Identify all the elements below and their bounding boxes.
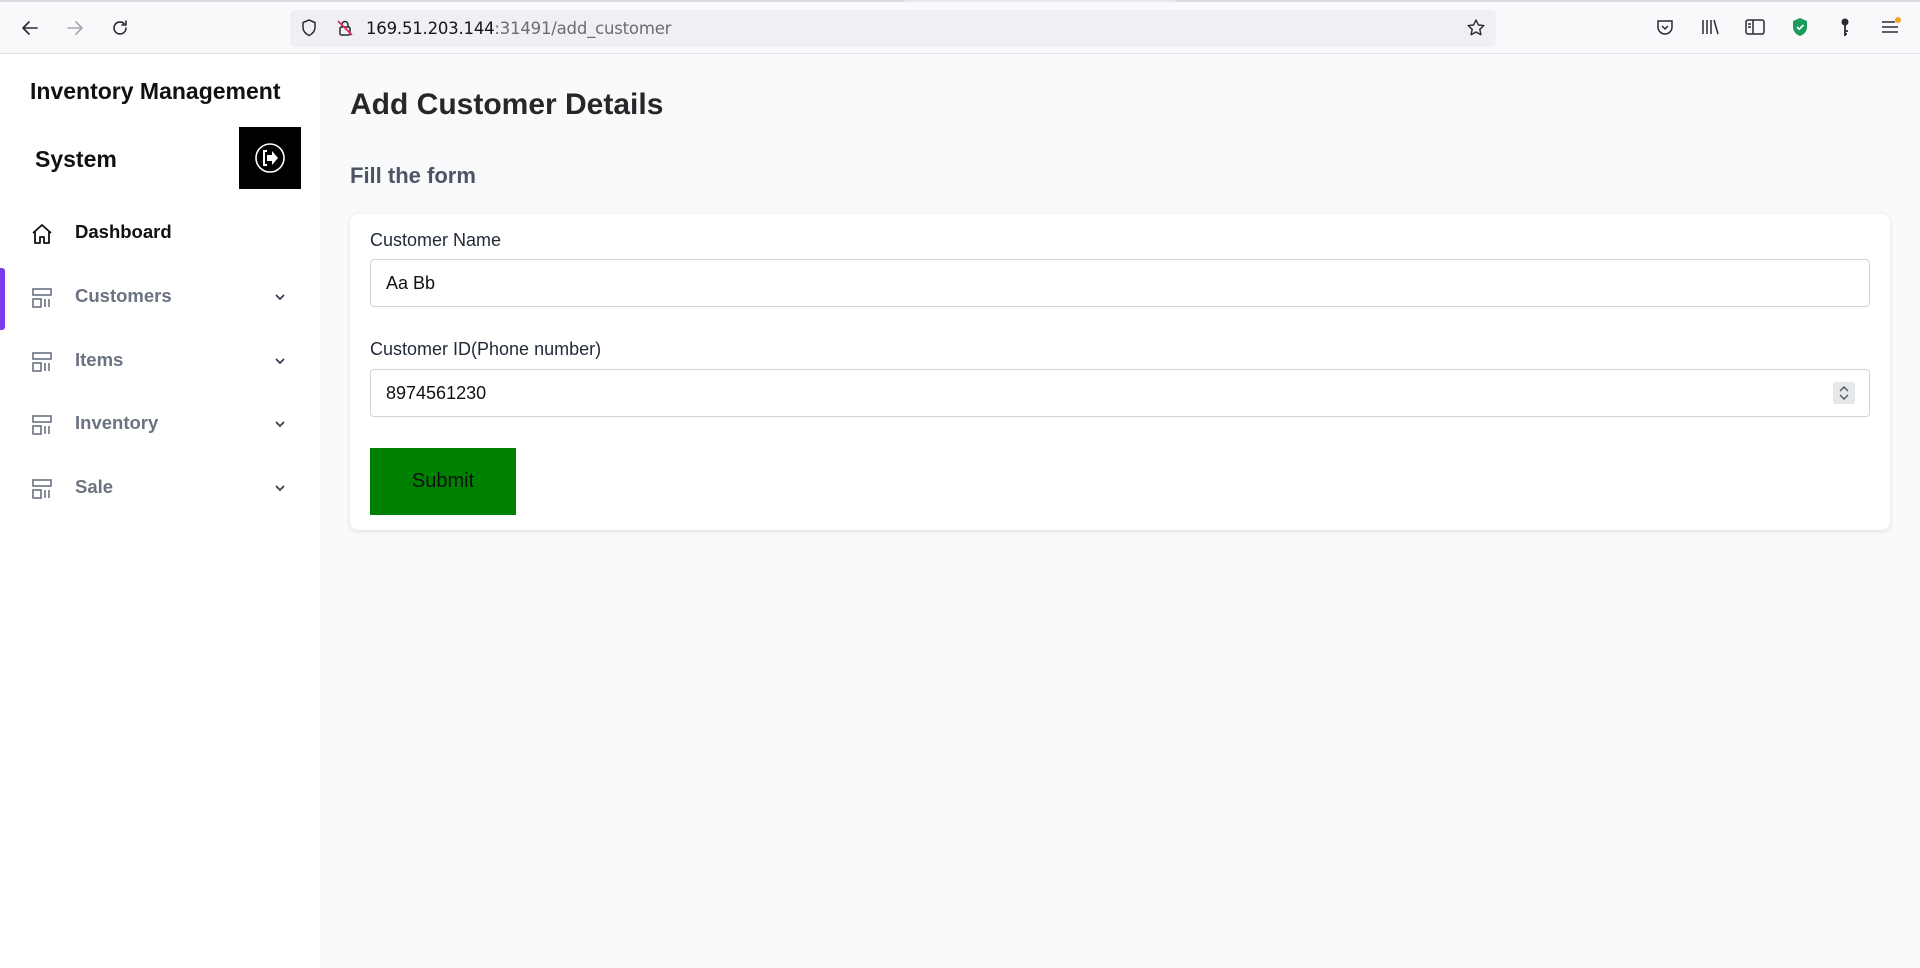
sidebar: Inventory Management System Dashboard Cu… bbox=[0, 54, 320, 968]
customer-form-card: Customer Name Customer ID(Phone number) … bbox=[350, 214, 1890, 530]
chevron-down-icon[interactable] bbox=[272, 480, 288, 496]
url-path: :31491/add_customer bbox=[494, 19, 672, 38]
sidebar-item-label: Customers bbox=[75, 285, 172, 306]
app-menu-button[interactable] bbox=[1878, 15, 1902, 39]
reload-icon bbox=[113, 20, 127, 35]
customer-name-label: Customer Name bbox=[370, 230, 502, 250]
arrow-left-icon bbox=[22, 21, 38, 35]
form-subtitle: Fill the form bbox=[350, 163, 476, 188]
url-text[interactable]: 169.51.203.144:31491/add_customer bbox=[366, 19, 671, 38]
reload-button[interactable] bbox=[102, 12, 138, 44]
sidebar-item-inventory[interactable]: Inventory bbox=[0, 398, 320, 450]
forward-button[interactable] bbox=[57, 12, 93, 44]
sidebar-item-customers[interactable]: Customers bbox=[0, 271, 320, 323]
pocket-button[interactable] bbox=[1653, 15, 1677, 39]
layout-icon bbox=[32, 479, 52, 499]
layout-icon bbox=[32, 352, 52, 372]
sidebar-item-label: Items bbox=[75, 349, 124, 370]
bookmark-star-icon[interactable] bbox=[1466, 18, 1486, 38]
sidebar-item-sale[interactable]: Sale bbox=[0, 462, 320, 514]
key-icon bbox=[1841, 18, 1849, 36]
logout-icon bbox=[255, 143, 285, 173]
sidebar-item-label: Dashboard bbox=[75, 221, 172, 242]
url-host: 169.51.203.144 bbox=[366, 19, 495, 38]
library-icon bbox=[1702, 19, 1719, 35]
customer-id-label: Customer ID(Phone number) bbox=[370, 339, 602, 359]
pocket-icon bbox=[1657, 20, 1673, 35]
extension-shield-button[interactable] bbox=[1788, 15, 1812, 39]
sidebar-item-label: Sale bbox=[75, 476, 114, 497]
tab-strip bbox=[0, 0, 1920, 2]
sidebar-item-label: Inventory bbox=[75, 412, 159, 433]
chevron-down-icon[interactable] bbox=[272, 353, 288, 369]
number-spinner[interactable] bbox=[1833, 382, 1855, 404]
sidebar-toggle-button[interactable] bbox=[1743, 15, 1767, 39]
spinner-arrows-icon bbox=[1839, 386, 1849, 400]
app-title: Inventory Management bbox=[30, 78, 281, 104]
chevron-down-icon[interactable] bbox=[272, 289, 288, 305]
app-title-line2: System bbox=[35, 146, 117, 172]
submit-button[interactable]: Submit bbox=[370, 448, 516, 515]
logout-button[interactable] bbox=[239, 127, 301, 189]
browser-toolbar: 169.51.203.144:31491/add_customer bbox=[0, 0, 1920, 54]
layout-icon bbox=[32, 415, 52, 435]
layout-icon bbox=[32, 288, 52, 308]
customer-id-value: 8974561230 bbox=[386, 383, 487, 403]
hamburger-menu-icon bbox=[1882, 17, 1901, 33]
chevron-down-icon[interactable] bbox=[272, 416, 288, 432]
arrow-right-icon bbox=[67, 21, 83, 35]
insecure-lock-icon[interactable] bbox=[335, 18, 355, 38]
extension-key-button[interactable] bbox=[1833, 15, 1857, 39]
main-content: Add Customer Details Fill the form Custo… bbox=[320, 54, 1920, 968]
page-title: Add Customer Details bbox=[350, 88, 664, 121]
back-button[interactable] bbox=[12, 12, 48, 44]
sidebar-item-items[interactable]: Items bbox=[0, 335, 320, 387]
address-bar[interactable]: 169.51.203.144:31491/add_customer bbox=[290, 10, 1496, 47]
sidebar-icon bbox=[1745, 19, 1765, 35]
library-button[interactable] bbox=[1698, 15, 1722, 39]
customer-id-input[interactable]: 8974561230 bbox=[370, 369, 1870, 417]
home-icon bbox=[32, 224, 52, 244]
sidebar-item-dashboard[interactable]: Dashboard bbox=[0, 207, 320, 259]
customer-name-input[interactable] bbox=[370, 259, 1870, 307]
green-shield-icon bbox=[1793, 18, 1807, 36]
shield-icon[interactable] bbox=[299, 18, 319, 38]
